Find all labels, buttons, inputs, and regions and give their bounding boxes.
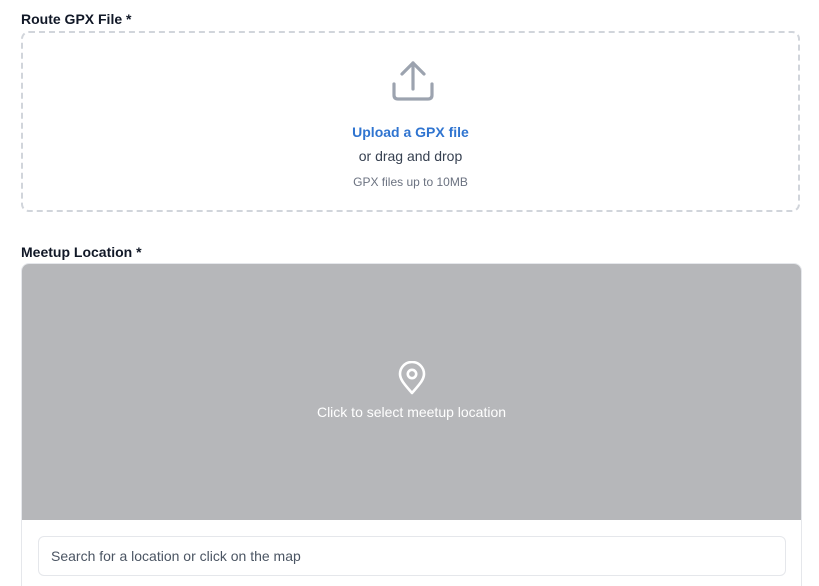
form-page: Route GPX File * Upload a GPX file or dr…: [0, 0, 819, 586]
upload-icon: [392, 61, 434, 101]
drag-drop-text: or drag and drop: [358, 148, 463, 164]
meetup-location-label: Meetup Location *: [21, 244, 142, 260]
location-search-input[interactable]: [38, 536, 786, 576]
route-gpx-file-label: Route GPX File *: [21, 11, 132, 27]
upload-gpx-link[interactable]: Upload a GPX file: [23, 124, 798, 140]
map-area[interactable]: Click to select meetup location: [22, 264, 801, 520]
file-size-hint: GPX files up to 10MB: [353, 175, 468, 189]
map-select-hint: Click to select meetup location: [316, 404, 507, 420]
gpx-dropzone[interactable]: Upload a GPX file or drag and drop GPX f…: [21, 31, 800, 212]
map-pin-icon: [398, 361, 426, 395]
meetup-location-card: Click to select meetup location: [21, 263, 802, 586]
